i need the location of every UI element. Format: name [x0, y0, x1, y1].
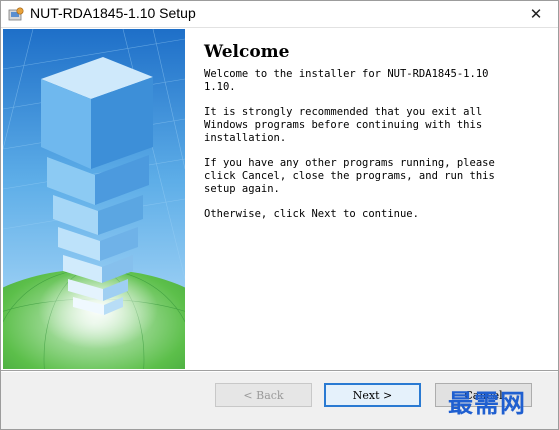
- running-programs-paragraph: If you have any other programs running, …: [204, 157, 495, 195]
- continue-paragraph: Otherwise, click Next to continue.: [204, 208, 419, 220]
- close-icon: ✕: [529, 5, 543, 23]
- wizard-content: Welcome Welcome to the installer for NUT…: [1, 27, 558, 371]
- setup-window: NUT-RDA1845-1.10 Setup ✕ Welcome Welcome…: [0, 0, 559, 430]
- welcome-paragraph: Welcome to the installer for NUT-RDA1845…: [204, 68, 489, 93]
- welcome-panel: Welcome Welcome to the installer for NUT…: [204, 42, 544, 233]
- installer-icon: [8, 7, 24, 21]
- title-bar[interactable]: NUT-RDA1845-1.10 Setup ✕: [1, 1, 558, 27]
- close-button[interactable]: ✕: [514, 1, 558, 27]
- footer-separator: [1, 370, 558, 372]
- window-title: NUT-RDA1845-1.10 Setup: [30, 5, 196, 21]
- back-button[interactable]: < Back: [215, 383, 312, 407]
- recommendation-paragraph: It is strongly recommended that you exit…: [204, 106, 483, 144]
- next-button[interactable]: Next >: [324, 383, 421, 407]
- watermark-logo: 最需网: [448, 389, 527, 418]
- installer-banner-image: [3, 29, 185, 369]
- welcome-heading: Welcome: [204, 42, 290, 62]
